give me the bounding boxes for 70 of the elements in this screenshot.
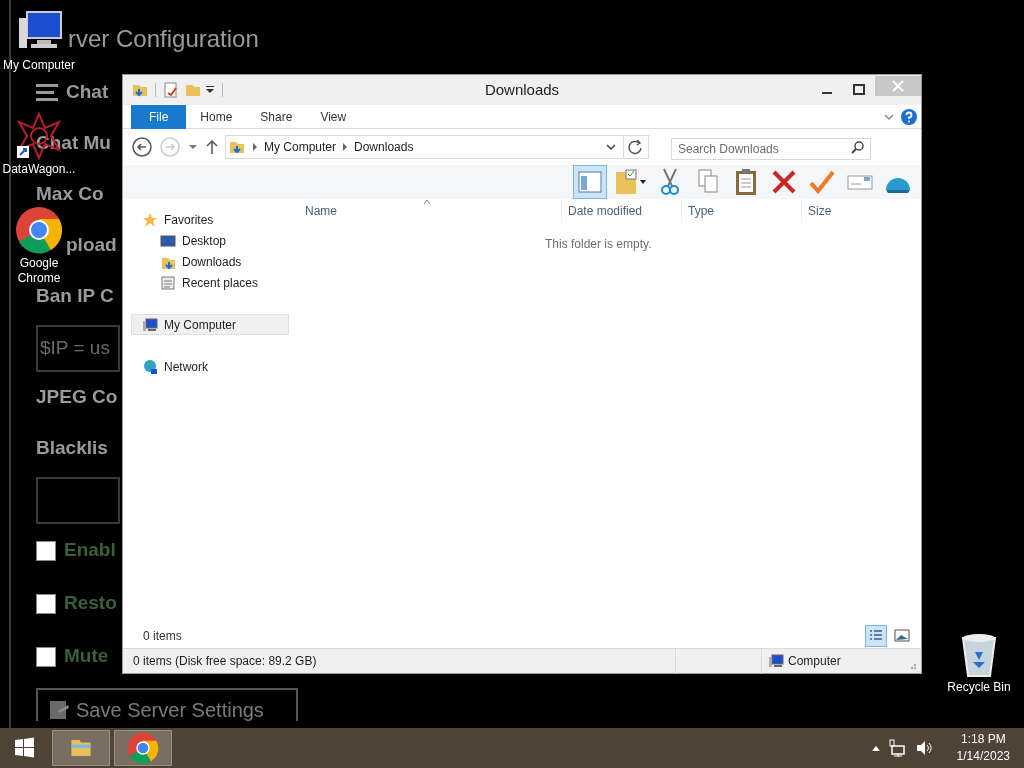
ribbon-tab[interactable]: Home [186, 104, 247, 129]
help-icon[interactable] [901, 108, 917, 125]
chevron-right-icon [252, 143, 258, 151]
nav-item[interactable]: Favorites [131, 209, 289, 230]
nav-item[interactable]: My Computer [131, 314, 289, 335]
checkbox[interactable] [36, 646, 56, 667]
details-view-icon[interactable] [865, 625, 887, 647]
save-icon [48, 699, 70, 721]
setting-label: JPEG Co [36, 385, 118, 410]
chrome-icon[interactable] [15, 206, 63, 254]
breadcrumb-item[interactable]: Downloads [354, 138, 414, 156]
sort-caret-icon [423, 199, 431, 205]
column-header[interactable]: Size [801, 199, 881, 223]
close-icon [892, 80, 904, 92]
speaker-icon[interactable] [914, 739, 933, 757]
nav-item[interactable]: Desktop [131, 230, 289, 251]
properties-icon[interactable] [162, 81, 180, 99]
up-arrow-icon[interactable] [205, 139, 219, 155]
breadcrumb-item[interactable]: My Computer [264, 138, 337, 156]
desktop-icon-label[interactable]: Recycle Bin [947, 680, 1011, 695]
taskbar-button[interactable] [52, 730, 110, 766]
input-field[interactable] [36, 477, 120, 524]
star-icon [142, 211, 158, 228]
nav-item[interactable]: Recent places [131, 272, 289, 293]
back-icon[interactable] [131, 136, 153, 158]
taskbar-button[interactable] [114, 730, 172, 766]
window-title: Downloads [484, 80, 560, 98]
column-header[interactable]: Date modified [561, 199, 681, 223]
checkbox[interactable] [36, 593, 56, 614]
network-icon [142, 358, 158, 375]
column-header[interactable]: Name [299, 199, 561, 223]
chrome-icon [127, 732, 159, 764]
checkbox[interactable] [36, 540, 56, 561]
desktop-icon [160, 232, 176, 249]
setting-label: Max Co [36, 182, 104, 207]
nav-item[interactable]: Network [131, 356, 289, 377]
search-icon [851, 140, 865, 154]
computer-icon [768, 653, 784, 669]
setting-label: pload [66, 233, 117, 258]
ribbon-tab[interactable]: Share [246, 104, 307, 129]
status-location: Computer [788, 653, 841, 670]
address-bar[interactable]: My Computer Downloads [225, 135, 649, 159]
recent-icon [160, 274, 176, 291]
checkbox-label: Mute [64, 644, 109, 669]
desktop-icon-label[interactable]: DataWagon... [2, 162, 76, 177]
item-count: 0 items [143, 628, 182, 645]
status-text: 0 items (Disk free space: 89.2 GB) [132, 653, 318, 670]
input-field[interactable]: $IP = us [36, 325, 120, 372]
column-header[interactable]: Type [681, 199, 801, 223]
ribbon-tab[interactable]: View [306, 104, 361, 129]
setting-label: Blacklis [36, 436, 108, 461]
app-title: rver Configuration [68, 24, 259, 54]
clock-time[interactable]: 1:18 PM [960, 731, 1006, 748]
save-button[interactable]: Save Server Settings [36, 688, 298, 721]
chevron-up-icon[interactable] [870, 744, 881, 752]
desktop-icon-label[interactable]: Google Chrome [8, 256, 70, 286]
checkbox-label: Resto [64, 591, 117, 616]
checkbox-label: Enabl [64, 538, 116, 563]
computer-icon [142, 316, 158, 333]
setting-label: Chat [66, 80, 109, 105]
search-field[interactable]: Search Downloads [671, 138, 871, 160]
ribbon-tab[interactable]: File [131, 104, 187, 129]
empty-folder-message: This folder is empty. [545, 237, 652, 251]
desktop-icon-label[interactable]: My Computer [3, 58, 75, 73]
chevron-right-icon [342, 143, 349, 151]
setting-label: Ban IP C [36, 284, 114, 309]
network-icon[interactable] [888, 739, 907, 757]
chevron-down-icon[interactable] [603, 141, 619, 153]
nav-item[interactable]: Downloads [131, 251, 289, 272]
clock-date[interactable]: 1/14/2023 [956, 748, 1010, 765]
